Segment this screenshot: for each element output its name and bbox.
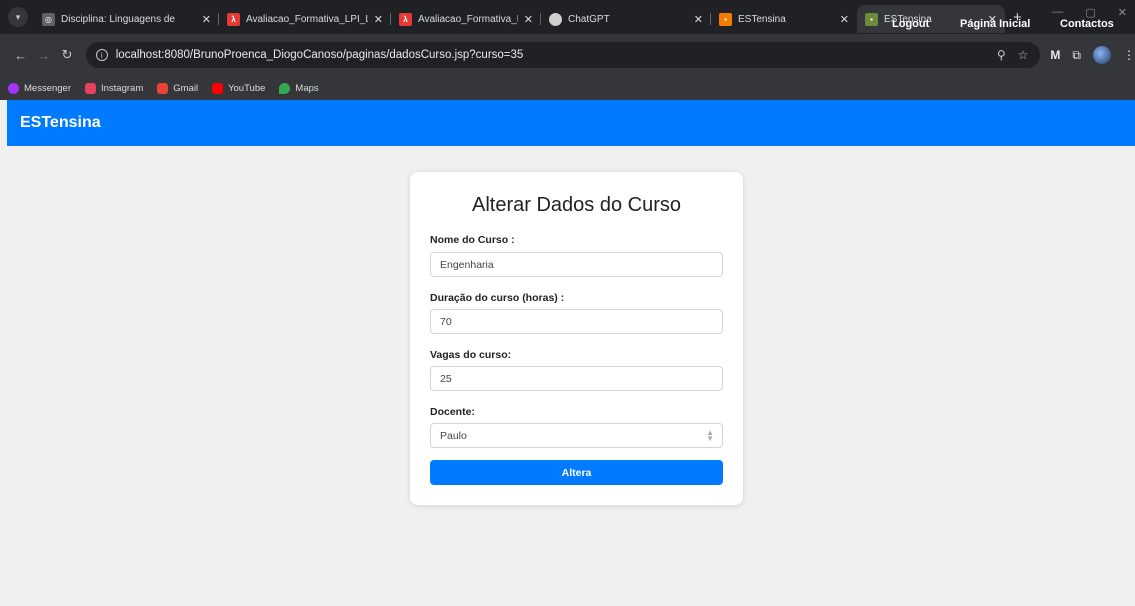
course-name-label: Nome do Curso : <box>430 234 515 246</box>
bookmark-youtube[interactable]: YouTube <box>212 82 265 94</box>
teacher-selected-value: Paulo <box>440 429 467 442</box>
forward-icon[interactable]: → <box>33 48 54 63</box>
site-navbar: ESTensina <box>7 100 1135 146</box>
bookmark-maps[interactable]: Maps <box>279 82 319 94</box>
zoom-icon[interactable]: ⚲ <box>997 48 1006 62</box>
close-window-icon[interactable]: ✕ <box>1118 6 1127 19</box>
vacancies-label: Vagas do curso: <box>430 349 512 361</box>
close-tab-icon[interactable]: ✕ <box>374 13 383 26</box>
form-title: Alterar Dados do Curso <box>472 194 681 216</box>
bookmark-messenger[interactable]: Messenger <box>8 82 71 94</box>
tab-search-icon[interactable]: ▾ <box>8 7 28 27</box>
youtube-icon <box>212 82 224 94</box>
select-arrows-icon: ▲ ▼ <box>706 428 714 443</box>
gmail-icon <box>157 82 169 94</box>
tab-title: Avaliacao_Formativa_LPI_L <box>418 13 518 25</box>
duration-label: Duração do curso (horas) : <box>430 292 565 304</box>
app-icon: ▪ <box>865 12 878 26</box>
bookmark-star-icon[interactable]: ☆ <box>1018 48 1029 62</box>
instagram-icon <box>85 82 96 94</box>
menu-icon[interactable]: ⋮ <box>1123 48 1135 62</box>
bookmark-instagram[interactable]: Instagram <box>85 82 143 94</box>
extension-m-icon[interactable]: M <box>1050 48 1060 62</box>
browser-tab[interactable]: λ Avaliacao_Formativa_LPI_L ✕ <box>219 5 391 33</box>
globe-icon: ◎ <box>42 12 55 26</box>
pdf-icon: λ <box>399 12 412 26</box>
close-tab-icon[interactable]: ✕ <box>202 13 211 26</box>
bookmarks-bar: Messenger Instagram Gmail YouTube Maps <box>0 76 1135 100</box>
close-tab-icon[interactable]: ✕ <box>840 13 849 26</box>
logout-link[interactable]: Logout <box>892 18 929 30</box>
tab-title: ESTensina <box>738 13 786 25</box>
vacancies-input[interactable]: 25 <box>430 366 723 391</box>
browser-tab[interactable]: ▪ ESTensina ✕ <box>711 5 857 33</box>
edit-course-card: Alterar Dados do Curso Nome do Curso : E… <box>410 172 743 505</box>
reload-icon[interactable]: ↻ <box>57 47 78 63</box>
browser-toolbar: ← → ↻ i localhost:8080/BrunoProenca_Diog… <box>0 34 1135 76</box>
tab-title: Avaliacao_Formativa_LPI_L <box>246 13 368 25</box>
duration-input[interactable]: 70 <box>430 309 723 334</box>
home-link[interactable]: Página Inicial <box>960 18 1030 30</box>
course-name-input[interactable]: Engenharia <box>430 252 723 277</box>
browser-tab[interactable]: λ Avaliacao_Formativa_LPI_L ✕ <box>391 5 541 33</box>
messenger-icon <box>8 82 19 94</box>
maps-icon <box>279 82 291 94</box>
site-info-icon[interactable]: i <box>95 49 108 61</box>
url-text: localhost:8080/BrunoProenca_DiogoCanoso/… <box>115 49 524 61</box>
teacher-label: Docente: <box>430 406 475 418</box>
teacher-select[interactable]: Paulo ▲ ▼ <box>430 423 723 448</box>
chatgpt-icon <box>549 12 562 26</box>
close-tab-icon[interactable]: ✕ <box>524 13 533 26</box>
profile-avatar[interactable] <box>1093 46 1111 64</box>
extensions-icon[interactable]: ⧉ <box>1072 48 1081 63</box>
back-icon[interactable]: ← <box>10 48 31 63</box>
address-bar[interactable]: i localhost:8080/BrunoProenca_DiogoCanos… <box>85 42 1041 68</box>
bookmark-gmail[interactable]: Gmail <box>157 82 198 94</box>
brand-logo[interactable]: ESTensina <box>20 114 101 132</box>
browser-tab[interactable]: ChatGPT ✕ <box>541 5 711 33</box>
submit-button[interactable]: Altera <box>430 460 723 485</box>
tab-title: Disciplina: Linguagens de <box>61 13 175 25</box>
browser-tab[interactable]: ◎ Disciplina: Linguagens de ✕ <box>34 5 219 33</box>
close-tab-icon[interactable]: ✕ <box>694 13 703 26</box>
app-icon: ▪ <box>719 12 732 26</box>
tab-title: ChatGPT <box>568 13 610 25</box>
pdf-icon: λ <box>227 12 240 26</box>
contacts-link[interactable]: Contactos <box>1060 18 1114 30</box>
